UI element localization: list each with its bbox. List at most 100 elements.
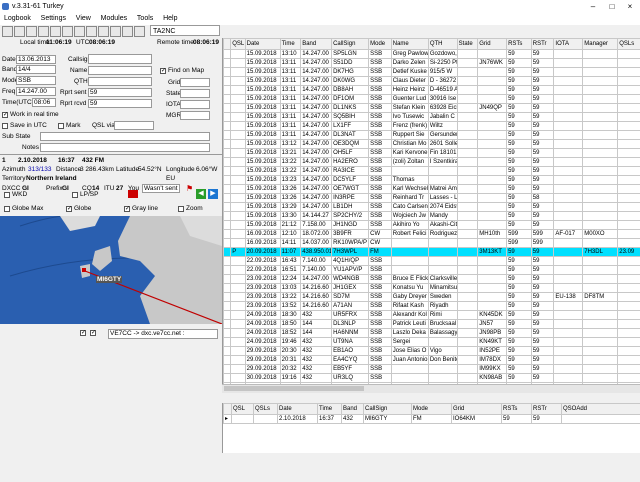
rpt-sent-field[interactable]: 59	[88, 88, 152, 97]
cluster-checkbox[interactable]: ✓	[80, 330, 86, 336]
cluster-select[interactable]: VE7CC -> dxc.ve7cc.net :	[108, 329, 218, 339]
grid-field[interactable]	[180, 78, 210, 87]
column-header-date[interactable]: Date	[244, 38, 281, 50]
callsign-combo[interactable]: TA2NC	[150, 25, 220, 36]
eqsl-icon[interactable]	[86, 26, 97, 37]
column-header-iota[interactable]: IOTA	[553, 38, 584, 50]
bottom-header-mode[interactable]: Mode	[411, 403, 452, 415]
column-header-time[interactable]: Time	[279, 38, 302, 50]
bottom-header-rstr[interactable]: RSTr	[531, 403, 562, 415]
delete-icon[interactable]	[50, 26, 61, 37]
table-row[interactable]: 15.09.2018 13:11 14.247.00 DL3NAT SSB Ruppert…	[223, 130, 640, 140]
time-field[interactable]: 08:06	[32, 98, 56, 107]
bottom-header-rsts[interactable]: RSTs	[501, 403, 532, 415]
freq-field[interactable]: 14.247.00	[16, 87, 56, 96]
column-header-grid[interactable]: Grid	[477, 38, 508, 50]
selected-qso-grid[interactable]: QSL QSLs Date Time Band CallSign Mode Grid RSTs R…	[222, 403, 640, 453]
map-tool-icon[interactable]	[128, 190, 138, 198]
table-row[interactable]: 29.09.2018 20:31 432 EA4CYQ SSB Juan Antonio D…	[223, 355, 640, 365]
band-select[interactable]: 14/4	[16, 65, 56, 74]
help-icon[interactable]	[134, 26, 145, 37]
menu-help[interactable]: Help	[159, 14, 181, 23]
lotw-icon[interactable]	[98, 26, 109, 37]
play-icon[interactable]	[62, 26, 73, 37]
cluster-enable-checkbox[interactable]: ✓	[90, 330, 96, 336]
scrollbar-thumb[interactable]	[224, 386, 364, 391]
column-header-band[interactable]: Band	[300, 38, 333, 50]
table-row[interactable]: 15.09.2018 13:22 14.247.00 RA3ICE SSB 59 59	[223, 166, 640, 176]
table-row[interactable]: 15.09.2018 13:11 14.247.00 DK0WG SSB Claus Di…	[223, 76, 640, 86]
minimize-button[interactable]: –	[584, 1, 602, 13]
table-row[interactable]: 23.09.2018 13:03 14.216.60 JH1GEX SSB Konatsu…	[223, 283, 640, 293]
column-header-qsl[interactable]: QSL	[230, 38, 246, 50]
column-header-rsts[interactable]: RSTs	[506, 38, 532, 50]
table-row[interactable]: 15.09.2018 13:30 14.144.27 SP2CHY/2 SSB Wojci…	[223, 211, 640, 221]
table-row[interactable]: 15.09.2018 13:11 14.247.00 DK7HG SSB Detlef K…	[223, 67, 640, 77]
cluster-icon[interactable]	[110, 26, 121, 37]
bottom-header-qsoadd[interactable]: QSOAdd	[561, 403, 640, 415]
qth-field[interactable]	[88, 77, 152, 86]
table-row[interactable]: 15.09.2018 21:12 7.158.00 JH1NGD SSB Akihiro …	[223, 220, 640, 230]
column-header-qsls[interactable]: QSLs	[617, 38, 640, 50]
column-header-state[interactable]: State	[456, 38, 479, 50]
column-header-name[interactable]: Name	[390, 38, 429, 50]
menu-modules[interactable]: Modules	[97, 14, 131, 23]
close-button[interactable]: ×	[621, 1, 639, 13]
table-row[interactable]: 15.09.2018 13:11 14.247.00 DF1OM SSB Guenter …	[223, 94, 640, 104]
column-header-rstr[interactable]: RSTr	[530, 38, 555, 50]
mark-checkbox[interactable]	[58, 123, 64, 129]
bottom-header-date[interactable]: Date	[277, 403, 318, 415]
name-field[interactable]	[88, 66, 152, 75]
table-row[interactable]: P 20.09.2018 11:07 438.950.01 7H3WPL FM 3M13KT…	[223, 247, 640, 257]
log-grid[interactable]: QSL Date Time Band CallSign Mode Name QTH State G…	[222, 38, 640, 384]
table-row[interactable]: 15.09.2018 13:22 14.247.00 HA2ERO SSB (zoli) …	[223, 157, 640, 167]
globe-checkbox[interactable]: ✓	[66, 206, 72, 212]
globe-max-checkbox[interactable]	[4, 206, 10, 212]
bottom-header-qsl[interactable]: QSL	[231, 403, 254, 415]
table-row[interactable]: 15.09.2018 13:11 14.247.00 LX1FF SSB Frenz (f…	[223, 121, 640, 131]
qsl-via-field[interactable]	[114, 121, 154, 130]
iota-field[interactable]	[180, 100, 210, 109]
world-map[interactable]: MI6GTY	[0, 216, 222, 324]
maximize-button[interactable]: □	[603, 1, 621, 13]
table-row[interactable]: 15.09.2018 13:26 14.247.00 IN3RPE SSB Reinhar…	[223, 193, 640, 203]
table-row[interactable]: 23.09.2018 12:24 14.247.00 WD4NGB SSB Bruce E…	[223, 274, 640, 284]
bottom-header-band[interactable]: Band	[341, 403, 364, 415]
callsign-input[interactable]	[88, 54, 152, 64]
table-row[interactable]: 22.09.2018 16:51 7.140.00 YU1APV/P SSB 59 59	[223, 265, 640, 275]
bottom-header-callsign[interactable]: CallSign	[363, 403, 412, 415]
table-row[interactable]: 15.09.2018 13:10 14.247.00 SP5LGN SSB Greg Pa…	[223, 49, 640, 59]
save-icon[interactable]	[14, 26, 25, 37]
open-icon[interactable]	[2, 26, 13, 37]
wkd-checkbox[interactable]	[4, 192, 10, 198]
table-row[interactable]: 15.09.2018 13:26 14.247.00 OE7WGT SSB Karl We…	[223, 184, 640, 194]
bottom-header-grid[interactable]: Grid	[451, 403, 502, 415]
menu-tools[interactable]: Tools	[133, 14, 157, 23]
menu-settings[interactable]: Settings	[37, 14, 70, 23]
substate-field[interactable]	[40, 132, 210, 141]
save-utc-checkbox[interactable]	[2, 123, 8, 129]
you-select[interactable]: Wasn't sent	[142, 184, 180, 193]
mgr-field[interactable]	[180, 111, 210, 120]
table-row[interactable]: 23.09.2018 13:22 14.216.60 SD7M SSB Gaby Drey…	[223, 292, 640, 302]
state-field[interactable]	[180, 89, 210, 98]
table-row[interactable]: 15.09.2018 13:11 14.247.00 DB8AH SSB Heinz He…	[223, 85, 640, 95]
horizontal-scrollbar[interactable]	[222, 384, 640, 393]
table-row[interactable]: 29.09.2018 20:32 432 EB5YF SSB IM99KX 59 59	[223, 364, 640, 374]
zoom-checkbox[interactable]	[178, 206, 184, 212]
settings-icon[interactable]	[122, 26, 133, 37]
menu-logbook[interactable]: Logbook	[0, 14, 35, 23]
rpt-rcvd-field[interactable]: 59	[88, 99, 152, 108]
notes-field[interactable]	[40, 143, 210, 152]
find-on-map-checkbox[interactable]: ✓	[160, 68, 166, 74]
column-header-qth[interactable]: QTH	[427, 38, 458, 50]
bottom-header-time[interactable]: Time	[317, 403, 342, 415]
column-header-manager[interactable]: Manager	[582, 38, 619, 50]
selected-qso-row[interactable]: ▸ 2.10.2018 16:37 432 MI6GTY FM IO64KM 59 59	[223, 414, 640, 424]
table-row[interactable]: 24.09.2018 19:46 432 UT9NA SSB Sergei KN49KT 59…	[223, 337, 640, 347]
export-icon[interactable]	[74, 26, 85, 37]
table-row[interactable]: 29.09.2018 20:30 432 EB1AO SSB Jose Elias O Vi…	[223, 346, 640, 356]
table-row[interactable]: 22.09.2018 16:43 7.140.00 4Q1H/QP SSB 59 59	[223, 256, 640, 266]
date-field[interactable]: 13.06.2013	[16, 55, 56, 64]
bottom-header-qsls[interactable]: QSLs	[253, 403, 278, 415]
